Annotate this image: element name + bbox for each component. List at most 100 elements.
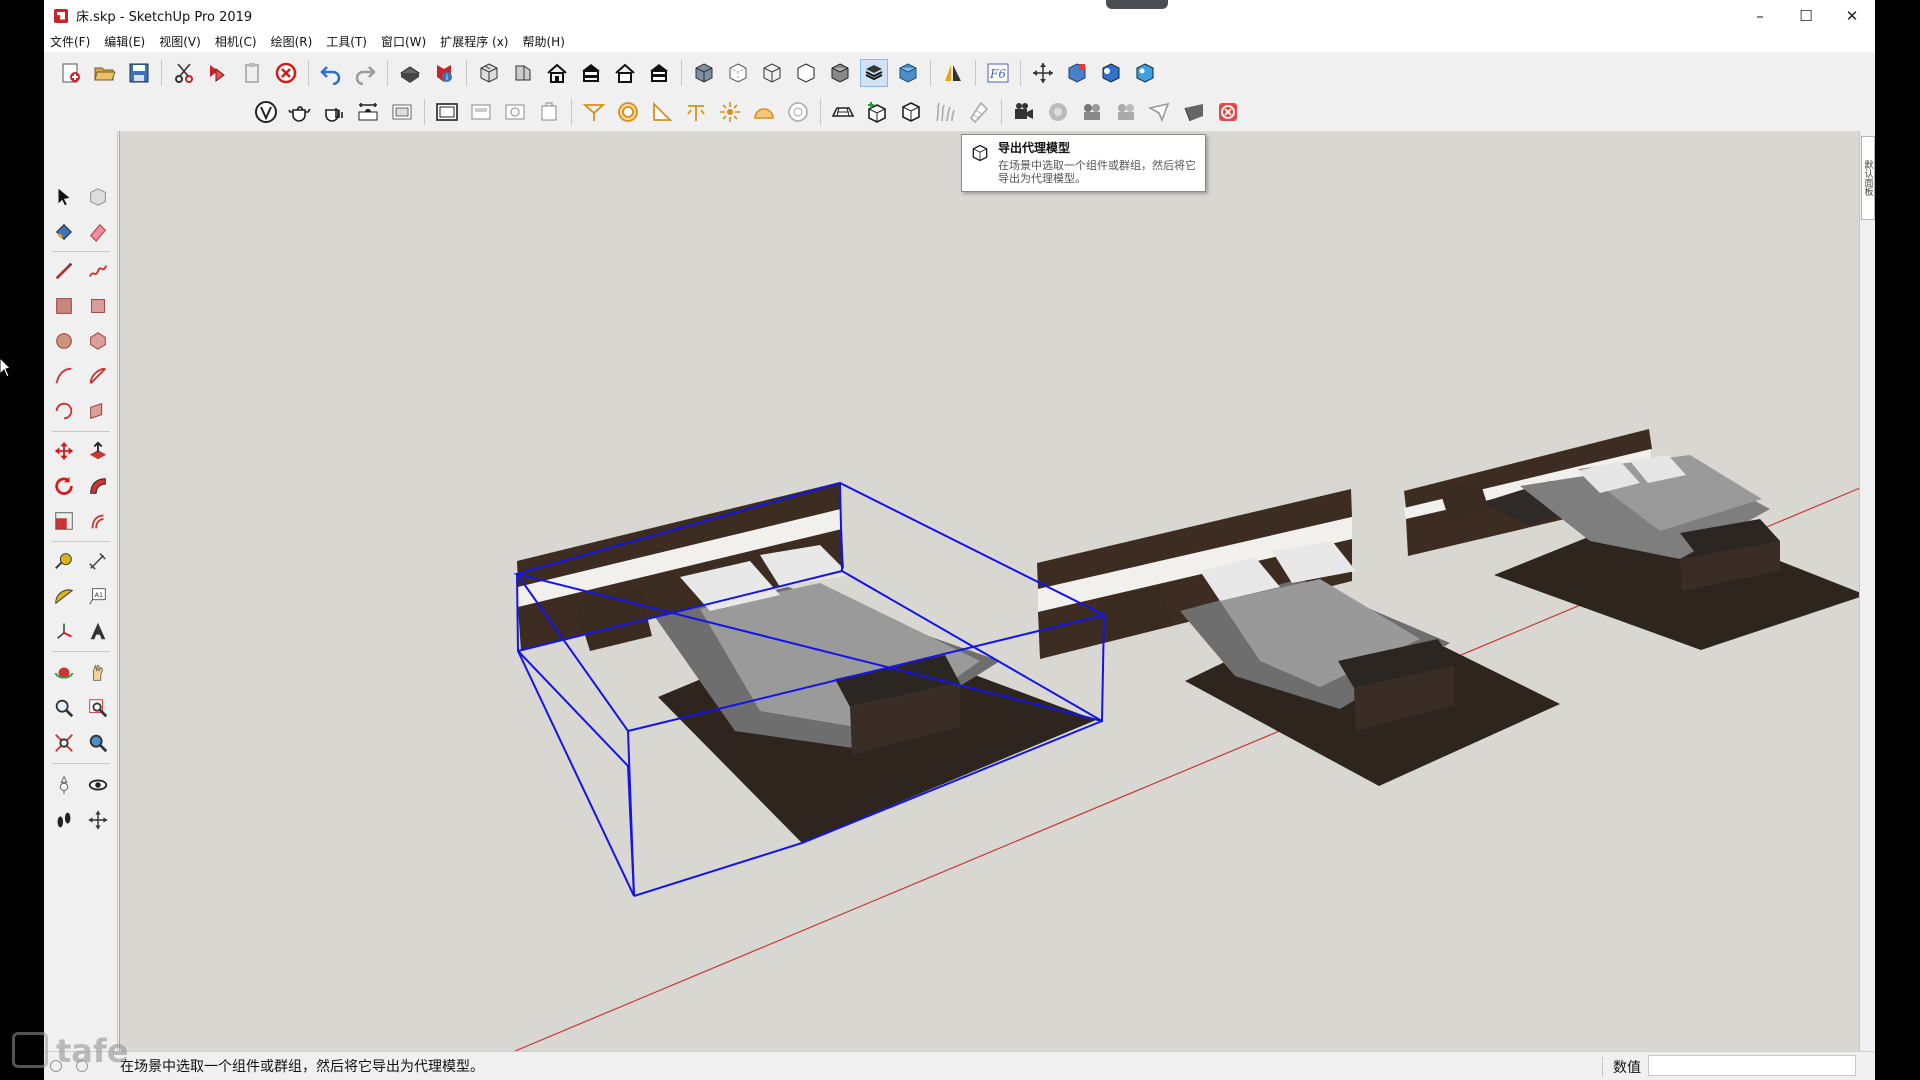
shaded-icon[interactable]: [826, 59, 854, 87]
component-icon[interactable]: [1063, 59, 1091, 87]
measurements-input[interactable]: [1648, 1055, 1856, 1076]
vray-sphere-icon[interactable]: [1097, 59, 1125, 87]
redo-icon[interactable]: [351, 59, 379, 87]
new-file-icon[interactable]: [57, 59, 85, 87]
hidden-line-icon[interactable]: [792, 59, 820, 87]
spot-icon[interactable]: [501, 98, 529, 126]
3d-text-icon[interactable]: [84, 617, 112, 645]
front-view-icon[interactable]: [543, 59, 571, 87]
previous-view-icon[interactable]: [84, 729, 112, 757]
select-icon[interactable]: [50, 183, 78, 211]
section-tool-icon[interactable]: [84, 806, 112, 834]
three-point-arc-icon[interactable]: [50, 397, 78, 425]
drag-grip[interactable]: [1106, 0, 1168, 9]
teapot-icon[interactable]: [286, 98, 314, 126]
3d-viewport[interactable]: [119, 131, 1860, 1051]
paint-bucket-icon[interactable]: [50, 218, 78, 246]
dimension-icon[interactable]: [84, 547, 112, 575]
menu-tools[interactable]: 工具(T): [326, 33, 367, 50]
material-icon[interactable]: [1044, 98, 1072, 126]
dome-light-icon[interactable]: [614, 98, 642, 126]
pie-icon[interactable]: [84, 397, 112, 425]
back-view-icon[interactable]: [611, 59, 639, 87]
shaded-textures-icon[interactable]: [860, 59, 888, 87]
model-info-icon[interactable]: i: [430, 59, 458, 87]
menu-edit[interactable]: 编辑(E): [104, 33, 145, 50]
rotated-rectangle-icon[interactable]: [84, 292, 112, 320]
follow-me-icon[interactable]: [84, 472, 112, 500]
omni-icon[interactable]: [467, 98, 495, 126]
mesh-light-icon[interactable]: [648, 98, 676, 126]
cut-icon[interactable]: [170, 59, 198, 87]
left-view-icon[interactable]: [645, 59, 673, 87]
right-view-icon[interactable]: [577, 59, 605, 87]
menu-window[interactable]: 窗口(W): [381, 33, 426, 50]
object-icon[interactable]: [1180, 98, 1208, 126]
menu-view[interactable]: 视图(V): [159, 33, 201, 50]
undo-icon[interactable]: [317, 59, 345, 87]
menu-draw[interactable]: 绘图(R): [271, 33, 313, 50]
minimize-button[interactable]: –: [1737, 0, 1783, 31]
import-proxy-icon[interactable]: [897, 98, 925, 126]
tray-tab[interactable]: 默认面板: [1861, 136, 1875, 220]
print-icon[interactable]: [396, 59, 424, 87]
section-plane-icon[interactable]: [939, 59, 967, 87]
zoom-icon[interactable]: [50, 694, 78, 722]
frame-buffer-icon[interactable]: [354, 98, 382, 126]
look-around-icon[interactable]: [84, 771, 112, 799]
menu-extensions[interactable]: 扩展程序 (x): [440, 33, 508, 50]
iso-view-icon[interactable]: [475, 59, 503, 87]
orbit-tool-icon[interactable]: [50, 659, 78, 687]
tape-measure-icon[interactable]: [50, 547, 78, 575]
monochrome-icon[interactable]: [894, 59, 922, 87]
position-camera-icon[interactable]: [50, 771, 78, 799]
plane-icon[interactable]: [1146, 98, 1174, 126]
export-proxy-icon[interactable]: [863, 98, 891, 126]
paste-icon[interactable]: [238, 59, 266, 87]
offset-icon[interactable]: [84, 507, 112, 535]
rectangle-icon[interactable]: [50, 292, 78, 320]
clipper-icon[interactable]: [965, 98, 993, 126]
rect-light-icon[interactable]: [433, 98, 461, 126]
teapot-interactive-icon[interactable]: [320, 98, 348, 126]
sphere-light-icon[interactable]: [580, 98, 608, 126]
two-point-arc-icon[interactable]: [84, 362, 112, 390]
walk-icon[interactable]: [50, 806, 78, 834]
axes-icon[interactable]: [50, 617, 78, 645]
push-pull-icon[interactable]: [84, 437, 112, 465]
open-file-icon[interactable]: [91, 59, 119, 87]
move-icon[interactable]: [50, 437, 78, 465]
menu-file[interactable]: 文件(F): [50, 33, 90, 50]
vray-logo-icon[interactable]: [252, 98, 280, 126]
fredo-icon[interactable]: F6: [984, 59, 1012, 87]
camera-icon[interactable]: [1010, 98, 1038, 126]
line-icon[interactable]: [50, 257, 78, 285]
close-button[interactable]: ✕: [1829, 0, 1875, 31]
copy-icon[interactable]: [204, 59, 232, 87]
close-red-icon[interactable]: [1214, 98, 1242, 126]
freehand-icon[interactable]: [84, 257, 112, 285]
ies-icon[interactable]: [535, 98, 563, 126]
vray-render-icon[interactable]: [1131, 59, 1159, 87]
circle-icon[interactable]: [50, 327, 78, 355]
ies-light-icon[interactable]: [682, 98, 710, 126]
top-view-icon[interactable]: [509, 59, 537, 87]
eraser-icon[interactable]: [84, 218, 112, 246]
batch2-icon[interactable]: [1112, 98, 1140, 126]
back-edges-icon[interactable]: [724, 59, 752, 87]
batch-icon[interactable]: [1078, 98, 1106, 126]
text-icon[interactable]: A1: [84, 582, 112, 610]
xray-icon[interactable]: [690, 59, 718, 87]
pan-icon[interactable]: [84, 659, 112, 687]
save-icon[interactable]: [125, 59, 153, 87]
mesh-light2-icon[interactable]: [784, 98, 812, 126]
frame-icon[interactable]: [388, 98, 416, 126]
maximize-button[interactable]: ☐: [1783, 0, 1829, 31]
infinite-plane-icon[interactable]: [829, 98, 857, 126]
sun-light-icon[interactable]: [716, 98, 744, 126]
zoom-extents-icon[interactable]: [50, 729, 78, 757]
zoom-window-icon[interactable]: [84, 694, 112, 722]
arc-icon[interactable]: [50, 362, 78, 390]
menu-help[interactable]: 帮助(H): [522, 33, 564, 50]
rotate-icon[interactable]: [50, 472, 78, 500]
